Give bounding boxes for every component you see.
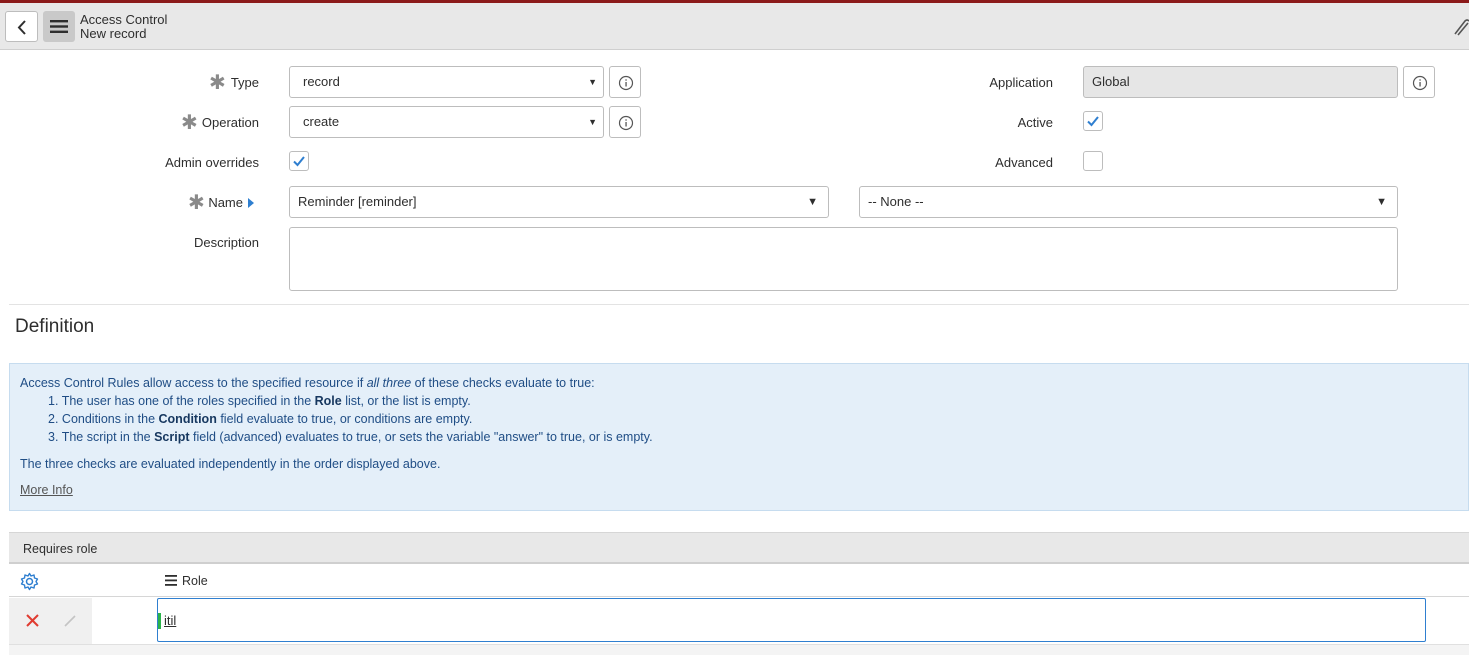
application-field: Global	[1083, 66, 1398, 98]
more-info-link[interactable]: More Info	[20, 483, 73, 497]
active-label: Active	[1017, 115, 1053, 130]
application-info-button[interactable]	[1403, 66, 1435, 98]
dropdown-arrow-icon: ▼	[588, 77, 597, 87]
form-header: Access Control New record	[0, 3, 1469, 50]
name-field-select[interactable]: -- None -- ▼	[859, 186, 1398, 218]
info-icon	[618, 75, 634, 91]
expand-arrow-icon[interactable]	[247, 198, 255, 208]
admin-overrides-checkbox[interactable]	[289, 151, 309, 171]
operation-info-button[interactable]	[609, 106, 641, 138]
related-list-header: Requires role	[9, 532, 1469, 564]
type-select[interactable]: record ▼	[289, 66, 604, 98]
definition-heading: Definition	[15, 316, 95, 337]
text-cursor	[158, 613, 161, 629]
role-input[interactable]: itil	[157, 598, 1426, 642]
advanced-label: Advanced	[995, 155, 1053, 170]
info-icon	[1412, 75, 1428, 91]
role-column-header[interactable]: Role	[182, 574, 208, 588]
paperclip-icon[interactable]	[1452, 17, 1469, 37]
info-note: The three checks are evaluated independe…	[20, 457, 441, 471]
section-divider	[9, 304, 1469, 305]
application-value: Global	[1092, 74, 1130, 89]
table-row: itil	[9, 598, 1469, 655]
name-table-select[interactable]: Reminder [reminder] ▼	[289, 186, 829, 218]
description-textarea[interactable]	[289, 227, 1398, 291]
related-list-column-row: Role	[9, 565, 1469, 597]
delete-icon[interactable]	[26, 614, 39, 627]
type-label: Type	[230, 75, 259, 90]
checkmark-icon	[293, 156, 305, 167]
page-title: Access Control	[80, 12, 168, 27]
hamburger-icon	[50, 20, 68, 33]
info-intro: Access Control Rules allow access to the…	[20, 376, 595, 390]
column-menu-icon[interactable]	[165, 575, 177, 586]
info-item-3: 3. The script in the Script field (advan…	[48, 430, 653, 444]
operation-label: Operation	[201, 115, 259, 130]
application-label: Application	[989, 75, 1053, 90]
dropdown-arrow-icon: ▼	[807, 196, 818, 208]
name-value: Reminder [reminder]	[298, 194, 417, 209]
definition-info-box: Access Control Rules allow access to the…	[9, 363, 1469, 511]
back-button[interactable]	[5, 11, 38, 42]
related-list-title: Requires role	[23, 542, 98, 556]
active-checkbox[interactable]	[1083, 111, 1103, 131]
info-item-2: 2. Conditions in the Condition field eva…	[48, 412, 473, 426]
checkmark-icon	[1087, 116, 1099, 127]
info-item-1: 1. The user has one of the roles specifi…	[48, 394, 471, 408]
related-list-footer	[9, 644, 1469, 655]
name-label: Name	[208, 195, 243, 210]
pencil-icon[interactable]	[63, 614, 77, 628]
dropdown-arrow-icon: ▼	[1376, 196, 1387, 208]
advanced-checkbox[interactable]	[1083, 151, 1103, 171]
gear-icon[interactable]	[20, 572, 39, 591]
description-label: Description	[193, 235, 259, 250]
admin-overrides-label: Admin overrides	[165, 155, 259, 170]
name-field-value: -- None --	[868, 194, 924, 209]
page-subtitle: New record	[80, 26, 147, 41]
role-value: itil	[164, 613, 177, 628]
context-menu-button[interactable]	[43, 11, 75, 42]
operation-value: create	[303, 114, 340, 129]
operation-select[interactable]: create ▼	[289, 106, 604, 138]
type-info-button[interactable]	[609, 66, 641, 98]
dropdown-arrow-icon: ▼	[588, 117, 597, 127]
type-value: record	[303, 74, 340, 89]
info-icon	[618, 115, 634, 131]
chevron-left-icon	[17, 20, 26, 35]
